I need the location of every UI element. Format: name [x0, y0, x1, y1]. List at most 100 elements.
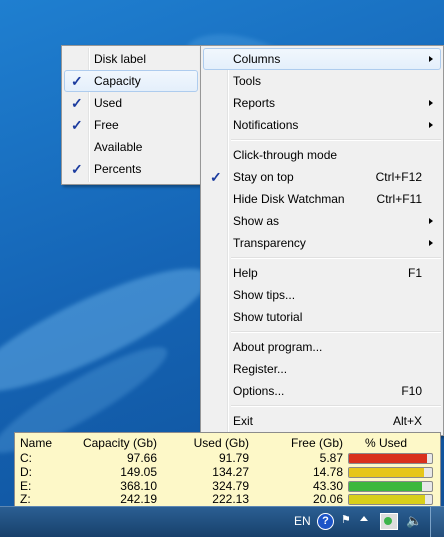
drive-row[interactable]: C: 97.66 91.79 5.87: [15, 451, 440, 466]
help-icon[interactable]: ?: [317, 513, 334, 530]
submenu-item-label: Percents: [94, 162, 142, 176]
usage-bar-fill: [349, 468, 424, 477]
menu-separator: [231, 405, 441, 407]
submenu-item-label: Used: [94, 96, 123, 110]
submenu-item-label: Available: [94, 140, 143, 154]
drive-free: 5.87: [319, 451, 343, 465]
menu-item-tools[interactable]: Tools: [201, 70, 443, 92]
usage-bar: [348, 453, 433, 464]
menu-item-shortcut: F10: [401, 384, 422, 398]
usage-bar-fill: [349, 482, 423, 491]
speaker-icon[interactable]: 🔈: [406, 513, 422, 529]
submenu-arrow-icon: [429, 122, 433, 128]
menu-item-label: Options...: [233, 384, 285, 398]
header-percent: % Used: [365, 436, 408, 450]
menu-item-label: Click-through mode: [233, 148, 338, 162]
check-icon: ✓: [210, 169, 222, 185]
panel-header-row: Name Capacity (Gb) Used (Gb) Free (Gb) %…: [15, 436, 440, 451]
drive-name: C:: [20, 451, 32, 465]
submenu-item-disk-label[interactable]: Disk label: [62, 48, 200, 70]
menu-item-label: Exit: [233, 414, 254, 428]
menu-separator: [231, 139, 441, 141]
action-center-icon[interactable]: ⚑: [341, 513, 351, 527]
usage-bar-fill: [349, 495, 426, 504]
menu-item-columns[interactable]: Columns: [203, 48, 441, 70]
submenu-item-free[interactable]: ✓ Free: [62, 114, 200, 136]
menu-separator: [231, 331, 441, 333]
drive-used: 134.27: [212, 465, 249, 479]
taskbar: EN ? ⚑ 🔈: [0, 506, 444, 537]
menu-item-help[interactable]: Help F1: [201, 262, 443, 284]
check-icon: ✓: [71, 161, 83, 177]
menu-item-label: Show as: [233, 214, 280, 228]
menu-item-about[interactable]: About program...: [201, 336, 443, 358]
submenu-arrow-icon: [429, 218, 433, 224]
drive-row[interactable]: Z: 242.19 222.13 20.06: [15, 492, 440, 507]
menu-item-label: About program...: [233, 340, 323, 354]
drive-free: 14.78: [312, 465, 343, 479]
drive-capacity: 149.05: [120, 465, 157, 479]
check-icon: ✓: [71, 73, 83, 89]
menu-item-label: Register...: [233, 362, 288, 376]
submenu-arrow-icon: [429, 240, 433, 246]
menu-item-label: Show tips...: [233, 288, 296, 302]
menu-item-label: Tools: [233, 74, 262, 88]
drive-name: Z:: [20, 492, 31, 506]
menu-separator: [231, 257, 441, 259]
drive-used: 222.13: [212, 492, 249, 506]
usage-bar: [348, 494, 433, 505]
columns-submenu: Disk label ✓ Capacity ✓ Used ✓ Free Avai…: [61, 45, 201, 185]
submenu-item-used[interactable]: ✓ Used: [62, 92, 200, 114]
drive-free: 20.06: [312, 492, 343, 506]
menu-item-label: Columns: [233, 52, 281, 66]
header-free: Free (Gb): [290, 436, 343, 450]
submenu-item-label: Free: [94, 118, 119, 132]
header-used: Used (Gb): [193, 436, 249, 450]
menu-item-reports[interactable]: Reports: [201, 92, 443, 114]
menu-item-click-through[interactable]: Click-through mode: [201, 144, 443, 166]
usage-bar-fill: [349, 454, 428, 463]
header-capacity: Capacity (Gb): [82, 436, 157, 450]
menu-item-notifications[interactable]: Notifications: [201, 114, 443, 136]
usage-bar: [348, 481, 433, 492]
menu-item-transparency[interactable]: Transparency: [201, 232, 443, 254]
menu-item-label: Help: [233, 266, 258, 280]
disk-watchman-tray-icon[interactable]: [380, 513, 398, 530]
usage-bar: [348, 467, 433, 478]
submenu-item-available[interactable]: Available: [62, 136, 200, 158]
menu-item-show-tips[interactable]: Show tips...: [201, 284, 443, 306]
check-icon: ✓: [71, 117, 83, 133]
menu-item-label: Transparency: [233, 236, 306, 250]
submenu-item-label: Capacity: [94, 74, 141, 88]
submenu-item-percents[interactable]: ✓ Percents: [62, 158, 200, 180]
menu-item-register[interactable]: Register...: [201, 358, 443, 380]
menu-item-label: Show tutorial: [233, 310, 303, 324]
disk-watchman-panel[interactable]: Name Capacity (Gb) Used (Gb) Free (Gb) %…: [14, 432, 441, 507]
menu-item-label: Stay on top: [233, 170, 294, 184]
drive-used: 91.79: [218, 451, 249, 465]
menu-item-exit[interactable]: Exit Alt+X: [201, 410, 443, 432]
menu-item-hide[interactable]: Hide Disk Watchman Ctrl+F11: [201, 188, 443, 210]
show-hidden-icons-icon[interactable]: [360, 516, 368, 521]
menu-item-shortcut: Ctrl+F11: [376, 192, 422, 206]
menu-item-options[interactable]: Options... F10: [201, 380, 443, 402]
menu-item-label: Hide Disk Watchman: [233, 192, 345, 206]
menu-item-label: Notifications: [233, 118, 299, 132]
submenu-item-label: Disk label: [94, 52, 147, 66]
menu-item-show-tutorial[interactable]: Show tutorial: [201, 306, 443, 328]
submenu-arrow-icon: [429, 56, 433, 62]
menu-item-shortcut: Alt+X: [392, 414, 422, 428]
menu-item-stay-on-top[interactable]: ✓ Stay on top Ctrl+F12: [201, 166, 443, 188]
main-context-menu: Columns Tools Reports Notifications Clic…: [200, 45, 444, 436]
drive-row[interactable]: D: 149.05 134.27 14.78: [15, 465, 440, 480]
drive-capacity: 97.66: [126, 451, 157, 465]
drive-capacity: 242.19: [120, 492, 157, 506]
show-desktop-button[interactable]: [430, 507, 444, 537]
menu-item-show-as[interactable]: Show as: [201, 210, 443, 232]
header-name: Name: [20, 436, 53, 450]
submenu-item-capacity[interactable]: ✓ Capacity: [64, 70, 198, 92]
language-indicator[interactable]: EN: [294, 514, 311, 528]
menu-item-shortcut: Ctrl+F12: [375, 170, 422, 184]
menu-item-shortcut: F1: [407, 266, 422, 280]
drive-name: D:: [20, 465, 32, 479]
